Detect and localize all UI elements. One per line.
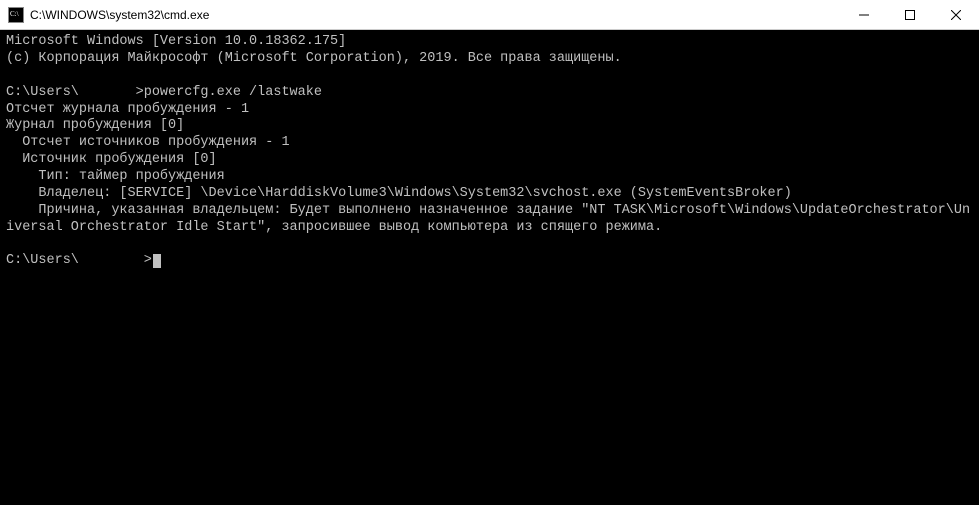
terminal-output[interactable]: Microsoft Windows [Version 10.0.18362.17… [0, 30, 979, 505]
cmd-icon: C:\ [8, 7, 24, 23]
svg-text:C:\: C:\ [10, 10, 19, 18]
cursor-icon [153, 254, 161, 268]
window-titlebar: C:\ C:\WINDOWS\system32\cmd.exe [0, 0, 979, 30]
window-controls [841, 0, 979, 29]
minimize-button[interactable] [841, 0, 887, 29]
close-button[interactable] [933, 0, 979, 29]
terminal-prompt: C:\Users\ > [6, 253, 152, 268]
maximize-button[interactable] [887, 0, 933, 29]
terminal-text: Microsoft Windows [Version 10.0.18362.17… [6, 34, 970, 235]
window-title: C:\WINDOWS\system32\cmd.exe [30, 8, 841, 22]
